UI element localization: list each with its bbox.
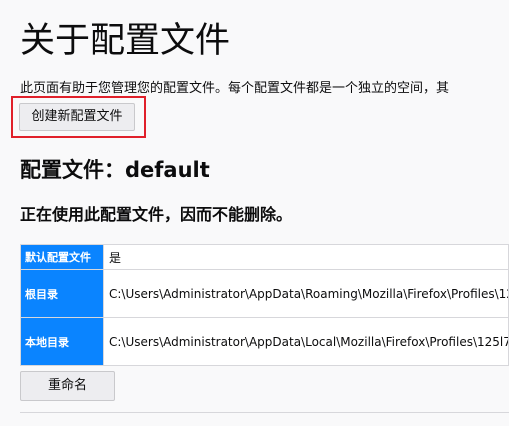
table-row: 根目录 C:\Users\Administrator\AppData\Roami… bbox=[20, 269, 509, 318]
root-directory-value: C:\Users\Administrator\AppData\Roaming\M… bbox=[103, 269, 509, 318]
local-directory-label: 本地目录 bbox=[20, 317, 104, 366]
in-use-notice: 正在使用此配置文件，因而不能删除。 bbox=[20, 205, 293, 224]
table-row: 本地目录 C:\Users\Administrator\AppData\Loca… bbox=[20, 317, 509, 366]
page-title: 关于配置文件 bbox=[20, 21, 231, 61]
section-divider bbox=[20, 412, 509, 413]
default-profile-label: 默认配置文件 bbox=[20, 244, 104, 270]
table-row: 默认配置文件 是 bbox=[20, 244, 509, 270]
root-directory-label: 根目录 bbox=[20, 269, 104, 318]
profile-heading: 配置文件：default bbox=[20, 158, 210, 182]
profile-info-table: 默认配置文件 是 根目录 C:\Users\Administrator\AppD… bbox=[20, 244, 509, 366]
rename-profile-button[interactable]: 重命名 bbox=[20, 371, 115, 401]
default-profile-value: 是 bbox=[103, 244, 509, 270]
create-profile-button[interactable]: 创建新配置文件 bbox=[19, 103, 135, 131]
local-directory-value: C:\Users\Administrator\AppData\Local\Moz… bbox=[103, 317, 509, 366]
